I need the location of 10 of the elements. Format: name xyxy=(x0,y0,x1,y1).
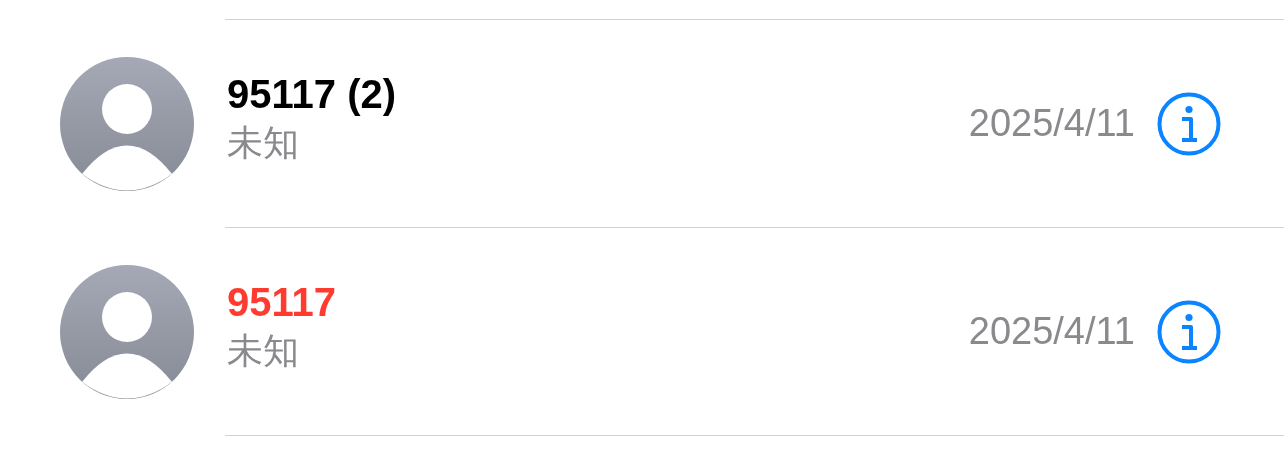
call-date: 2025/4/11 xyxy=(968,102,1135,145)
call-date: 2025/4/11 xyxy=(968,310,1135,353)
info-icon[interactable] xyxy=(1157,299,1221,364)
info-icon[interactable] xyxy=(1157,91,1221,156)
avatar-icon xyxy=(60,56,194,191)
caller-label: 未知 xyxy=(227,328,300,373)
caller-label: 未知 xyxy=(227,120,300,165)
caller-name: 95117 xyxy=(227,278,338,325)
caller-name: 95117 (2) xyxy=(227,70,398,117)
avatar-icon xyxy=(60,264,194,399)
